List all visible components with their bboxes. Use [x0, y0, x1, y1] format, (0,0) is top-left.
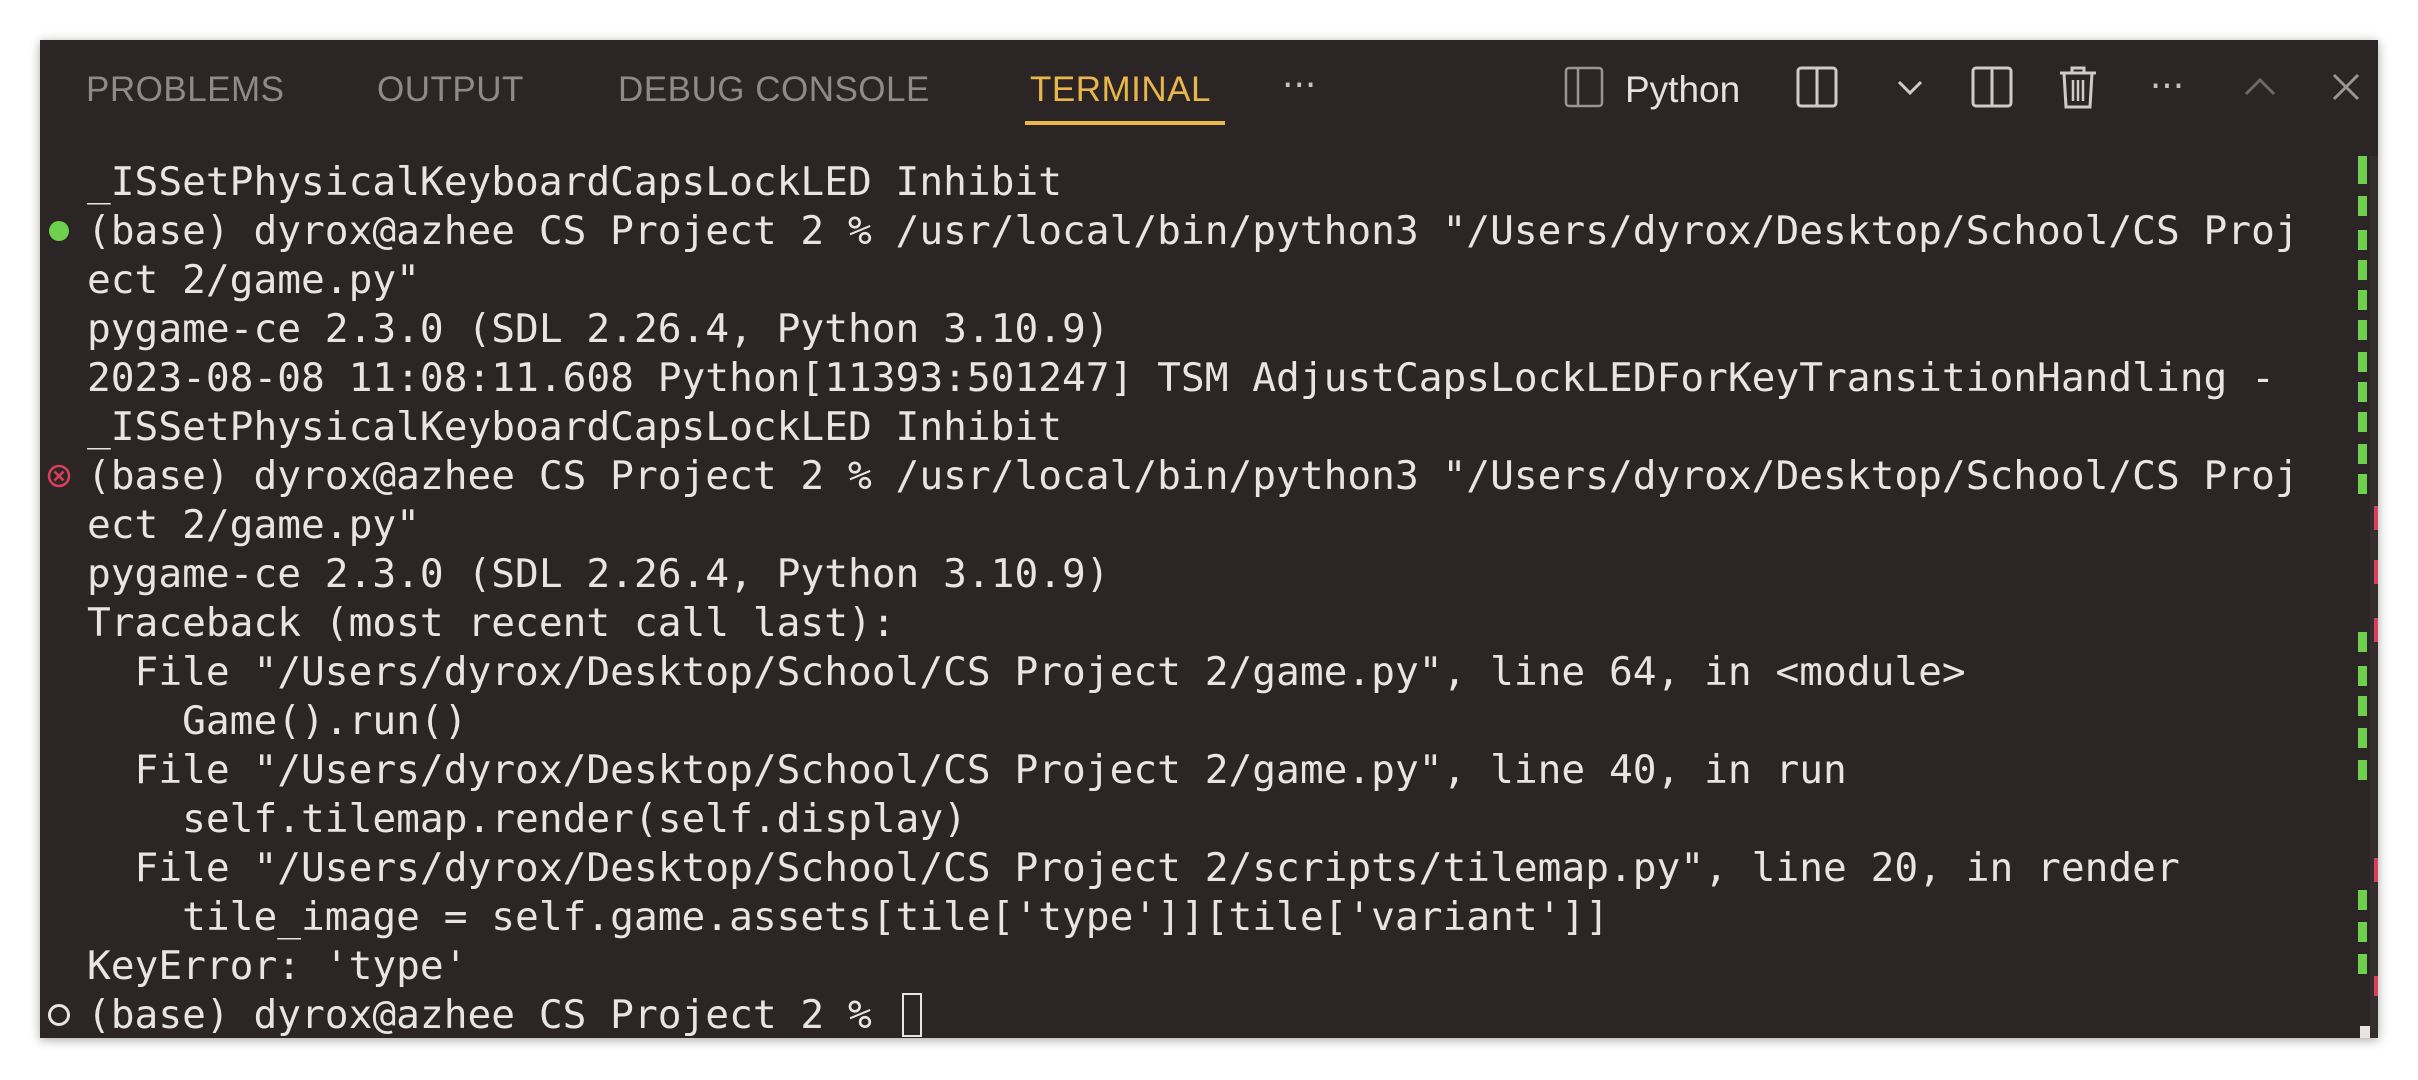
close-panel-icon[interactable]: [2326, 54, 2366, 120]
chevron-down-icon[interactable]: [1892, 54, 1928, 120]
terminal-line: pygame-ce 2.3.0 (SDL 2.26.4, Python 3.10…: [40, 305, 2340, 354]
terminal-line: Traceback (most recent call last):: [40, 599, 2340, 648]
tab-terminal[interactable]: TERMINAL: [1030, 60, 1211, 120]
terminal-line-text: KeyError: 'type': [87, 943, 468, 989]
terminal-line-text: _ISSetPhysicalKeyboardCapsLockLED Inhibi…: [87, 404, 1063, 450]
overview-ruler-mark: [2358, 632, 2367, 652]
terminal-shell-icon[interactable]: [1560, 54, 1608, 120]
terminal-line: _ISSetPhysicalKeyboardCapsLockLED Inhibi…: [40, 158, 2340, 207]
terminal-line-text: Traceback (most recent call last):: [87, 600, 896, 646]
overview-ruler-mark: [2358, 444, 2367, 464]
overview-ruler-mark: [2358, 922, 2367, 942]
overview-ruler-mark: [2358, 320, 2367, 340]
terminal-line: File "/Users/dyrox/Desktop/School/CS Pro…: [40, 746, 2340, 795]
more-actions-icon[interactable]: ···: [2142, 54, 2192, 120]
overview-ruler-mark: [2358, 196, 2367, 216]
terminal-line: tile_image = self.game.assets[tile['type…: [40, 893, 2340, 942]
terminal-line: (base) dyrox@azhee CS Project 2 %: [40, 991, 2340, 1038]
terminal-line: ect 2/game.py": [40, 501, 2340, 550]
tab-debug-console[interactable]: DEBUG CONSOLE: [618, 60, 930, 120]
terminal-line-text: (base) dyrox@azhee CS Project 2 % /usr/l…: [87, 453, 2299, 499]
overview-ruler-mark: [2358, 412, 2367, 432]
terminal-shell-name[interactable]: Python: [1625, 60, 1740, 120]
terminal-line-text: (base) dyrox@azhee CS Project 2 %: [87, 992, 896, 1038]
active-tab-indicator: [1025, 121, 1225, 125]
terminal-output[interactable]: _ISSetPhysicalKeyboardCapsLockLED Inhibi…: [40, 158, 2340, 1038]
overview-ruler-mark: [2358, 474, 2367, 494]
terminal-line: File "/Users/dyrox/Desktop/School/CS Pro…: [40, 844, 2340, 893]
overview-ruler-mark: [2358, 760, 2367, 780]
split-terminal-icon[interactable]: [1792, 54, 1842, 120]
overview-ruler-error-mark: [2374, 560, 2378, 584]
terminal-line-text: tile_image = self.game.assets[tile['type…: [87, 894, 1609, 940]
terminal-line: _ISSetPhysicalKeyboardCapsLockLED Inhibi…: [40, 403, 2340, 452]
overview-ruler-mark: [2358, 728, 2367, 748]
tabs-overflow-button[interactable]: ···: [1282, 60, 1316, 120]
terminal-line-text: ect 2/game.py": [87, 502, 420, 548]
trash-icon[interactable]: [2054, 54, 2102, 120]
terminal-line-text: pygame-ce 2.3.0 (SDL 2.26.4, Python 3.10…: [87, 306, 1110, 352]
scrollbar-track[interactable]: [2370, 156, 2378, 1038]
terminal-line-text: (base) dyrox@azhee CS Project 2 % /usr/l…: [87, 208, 2299, 254]
terminal-panel: PROBLEMS OUTPUT DEBUG CONSOLE TERMINAL ·…: [40, 40, 2378, 1038]
terminal-line-text: File "/Users/dyrox/Desktop/School/CS Pro…: [87, 649, 1966, 695]
command-pending-icon[interactable]: [45, 1001, 73, 1029]
terminal-line: KeyError: 'type': [40, 942, 2340, 991]
terminal-line: ect 2/game.py": [40, 256, 2340, 305]
overview-ruler-error-mark: [2374, 506, 2378, 530]
overview-ruler-mark: [2358, 666, 2367, 686]
terminal-line: (base) dyrox@azhee CS Project 2 % /usr/l…: [40, 452, 2340, 501]
terminal-line-text: File "/Users/dyrox/Desktop/School/CS Pro…: [87, 747, 1847, 793]
overview-ruler-mark: [2358, 156, 2367, 184]
overview-ruler-mark: [2358, 352, 2367, 372]
terminal-line: File "/Users/dyrox/Desktop/School/CS Pro…: [40, 648, 2340, 697]
scrollbar-thumb[interactable]: [2360, 1026, 2370, 1038]
terminal-line: (base) dyrox@azhee CS Project 2 % /usr/l…: [40, 207, 2340, 256]
terminal-line-text: 2023-08-08 11:08:11.608 Python[11393:501…: [87, 355, 2275, 401]
tab-output[interactable]: OUTPUT: [377, 60, 524, 120]
overview-ruler-mark: [2358, 260, 2367, 280]
maximize-panel-icon[interactable]: [2238, 54, 2282, 120]
tab-problems[interactable]: PROBLEMS: [86, 60, 285, 120]
panel-tab-bar: PROBLEMS OUTPUT DEBUG CONSOLE TERMINAL ·…: [40, 40, 2378, 130]
overview-ruler-mark: [2358, 230, 2367, 250]
overview-ruler-error-mark: [2374, 976, 2378, 996]
overview-ruler-mark: [2358, 890, 2367, 910]
terminal-line: 2023-08-08 11:08:11.608 Python[11393:501…: [40, 354, 2340, 403]
overview-ruler-error-mark: [2374, 618, 2378, 642]
overview-ruler-mark: [2358, 382, 2367, 402]
terminal-line-text: File "/Users/dyrox/Desktop/School/CS Pro…: [87, 845, 2180, 891]
overview-ruler-error-mark: [2374, 858, 2378, 882]
command-error-icon[interactable]: [45, 462, 73, 490]
overview-ruler-mark: [2358, 954, 2367, 974]
terminal-cursor[interactable]: [901, 992, 922, 1037]
terminal-line: pygame-ce 2.3.0 (SDL 2.26.4, Python 3.10…: [40, 550, 2340, 599]
overview-ruler-mark: [2358, 696, 2367, 716]
terminal-line-text: ect 2/game.py": [87, 257, 420, 303]
terminal-line-text: self.tilemap.render(self.display): [87, 796, 967, 842]
terminal-line-text: Game().run(): [87, 698, 468, 744]
terminal-line: Game().run(): [40, 697, 2340, 746]
terminal-line-text: pygame-ce 2.3.0 (SDL 2.26.4, Python 3.10…: [87, 551, 1110, 597]
split-editor-icon[interactable]: [1966, 54, 2018, 120]
terminal-line: self.tilemap.render(self.display): [40, 795, 2340, 844]
terminal-scrollbar[interactable]: [2340, 156, 2378, 1038]
overview-ruler-mark: [2358, 290, 2367, 310]
command-success-icon[interactable]: [45, 217, 73, 245]
terminal-line-text: _ISSetPhysicalKeyboardCapsLockLED Inhibi…: [87, 159, 1063, 205]
